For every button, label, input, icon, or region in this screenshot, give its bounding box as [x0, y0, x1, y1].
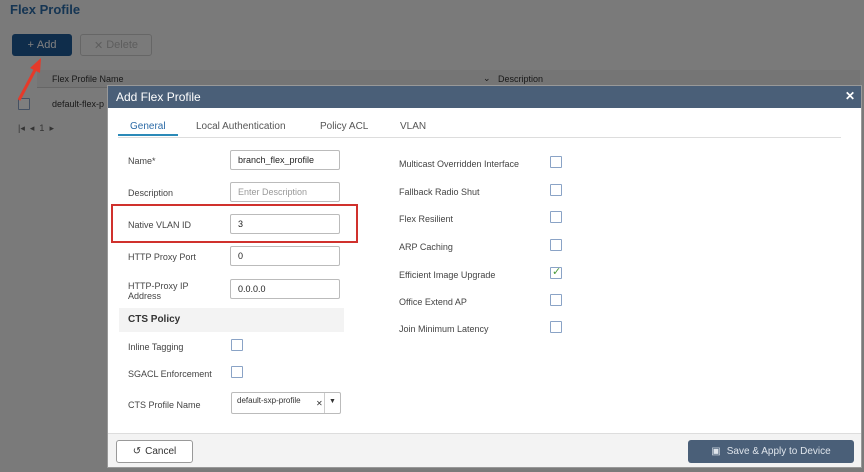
- inline-tagging-label: Inline Tagging: [128, 342, 184, 352]
- sgacl-enforcement-label: SGACL Enforcement: [128, 369, 212, 379]
- option-checkbox[interactable]: [550, 321, 562, 333]
- option-label: Office Extend AP: [399, 297, 467, 307]
- option-checkbox[interactable]: [550, 156, 562, 168]
- dialog-title: Add Flex Profile: [116, 90, 201, 104]
- save-apply-button[interactable]: ▣ Save & Apply to Device: [688, 440, 854, 463]
- tab-policy-acl[interactable]: Policy ACL: [320, 121, 368, 132]
- cts-profile-value: default-sxp-profile: [237, 396, 301, 405]
- sgacl-enforcement-checkbox[interactable]: [231, 366, 243, 378]
- description-label: Description: [128, 188, 174, 198]
- option-checkbox[interactable]: ✓: [550, 266, 562, 279]
- http-proxy-ip-input[interactable]: [230, 279, 340, 299]
- close-icon[interactable]: ✕: [845, 89, 855, 103]
- option-label: Fallback Radio Shut: [399, 187, 480, 197]
- clear-icon[interactable]: ✕: [316, 399, 323, 408]
- native-vlan-label: Native VLAN ID: [128, 220, 192, 230]
- native-vlan-input[interactable]: [230, 214, 340, 234]
- option-checkbox[interactable]: [550, 239, 562, 251]
- option-label: ARP Caching: [399, 242, 453, 252]
- save-icon: ▣: [711, 446, 721, 457]
- http-proxy-port-label: HTTP Proxy Port: [128, 252, 196, 262]
- dialog-header: Add Flex Profile ✕: [108, 86, 861, 108]
- select-divider: [324, 393, 325, 413]
- http-proxy-ip-label: HTTP-Proxy IP Address: [128, 281, 189, 301]
- option-label: Flex Resilient: [399, 214, 454, 224]
- inline-tagging-checkbox[interactable]: [231, 339, 243, 351]
- cts-profile-name-label: CTS Profile Name: [128, 400, 201, 410]
- dropdown-arrow-icon[interactable]: ▼: [329, 398, 336, 405]
- cts-profile-select[interactable]: default-sxp-profile ✕ ▼: [231, 392, 341, 414]
- add-flex-profile-dialog: Add Flex Profile ✕ General Local Authenti…: [107, 85, 862, 468]
- name-input[interactable]: [230, 150, 340, 170]
- option-label: Join Minimum Latency: [399, 324, 489, 334]
- undo-icon: ↺: [132, 446, 142, 457]
- option-checkbox[interactable]: [550, 184, 562, 196]
- red-arrow-annotation: [17, 58, 41, 101]
- option-label: Multicast Overridden Interface: [399, 159, 520, 169]
- name-label: Name*: [128, 156, 156, 166]
- option-label: Efficient Image Upgrade: [399, 270, 496, 280]
- tab-divider: [118, 137, 841, 138]
- tab-local-authentication[interactable]: Local Authentication: [196, 121, 286, 132]
- checkmark-icon: ✓: [552, 266, 562, 278]
- dialog-footer: ↺ Cancel ▣ Save & Apply to Device: [108, 433, 861, 467]
- option-checkbox[interactable]: [550, 294, 562, 306]
- tab-vlan[interactable]: VLAN: [400, 121, 426, 132]
- cancel-button[interactable]: ↺ Cancel: [116, 440, 193, 463]
- http-proxy-port-input[interactable]: [230, 246, 340, 266]
- option-checkbox[interactable]: [550, 211, 562, 223]
- tab-general[interactable]: General: [130, 121, 166, 132]
- description-input[interactable]: [230, 182, 340, 202]
- cts-policy-section: CTS Policy: [119, 308, 344, 332]
- active-tab-indicator: [118, 134, 178, 136]
